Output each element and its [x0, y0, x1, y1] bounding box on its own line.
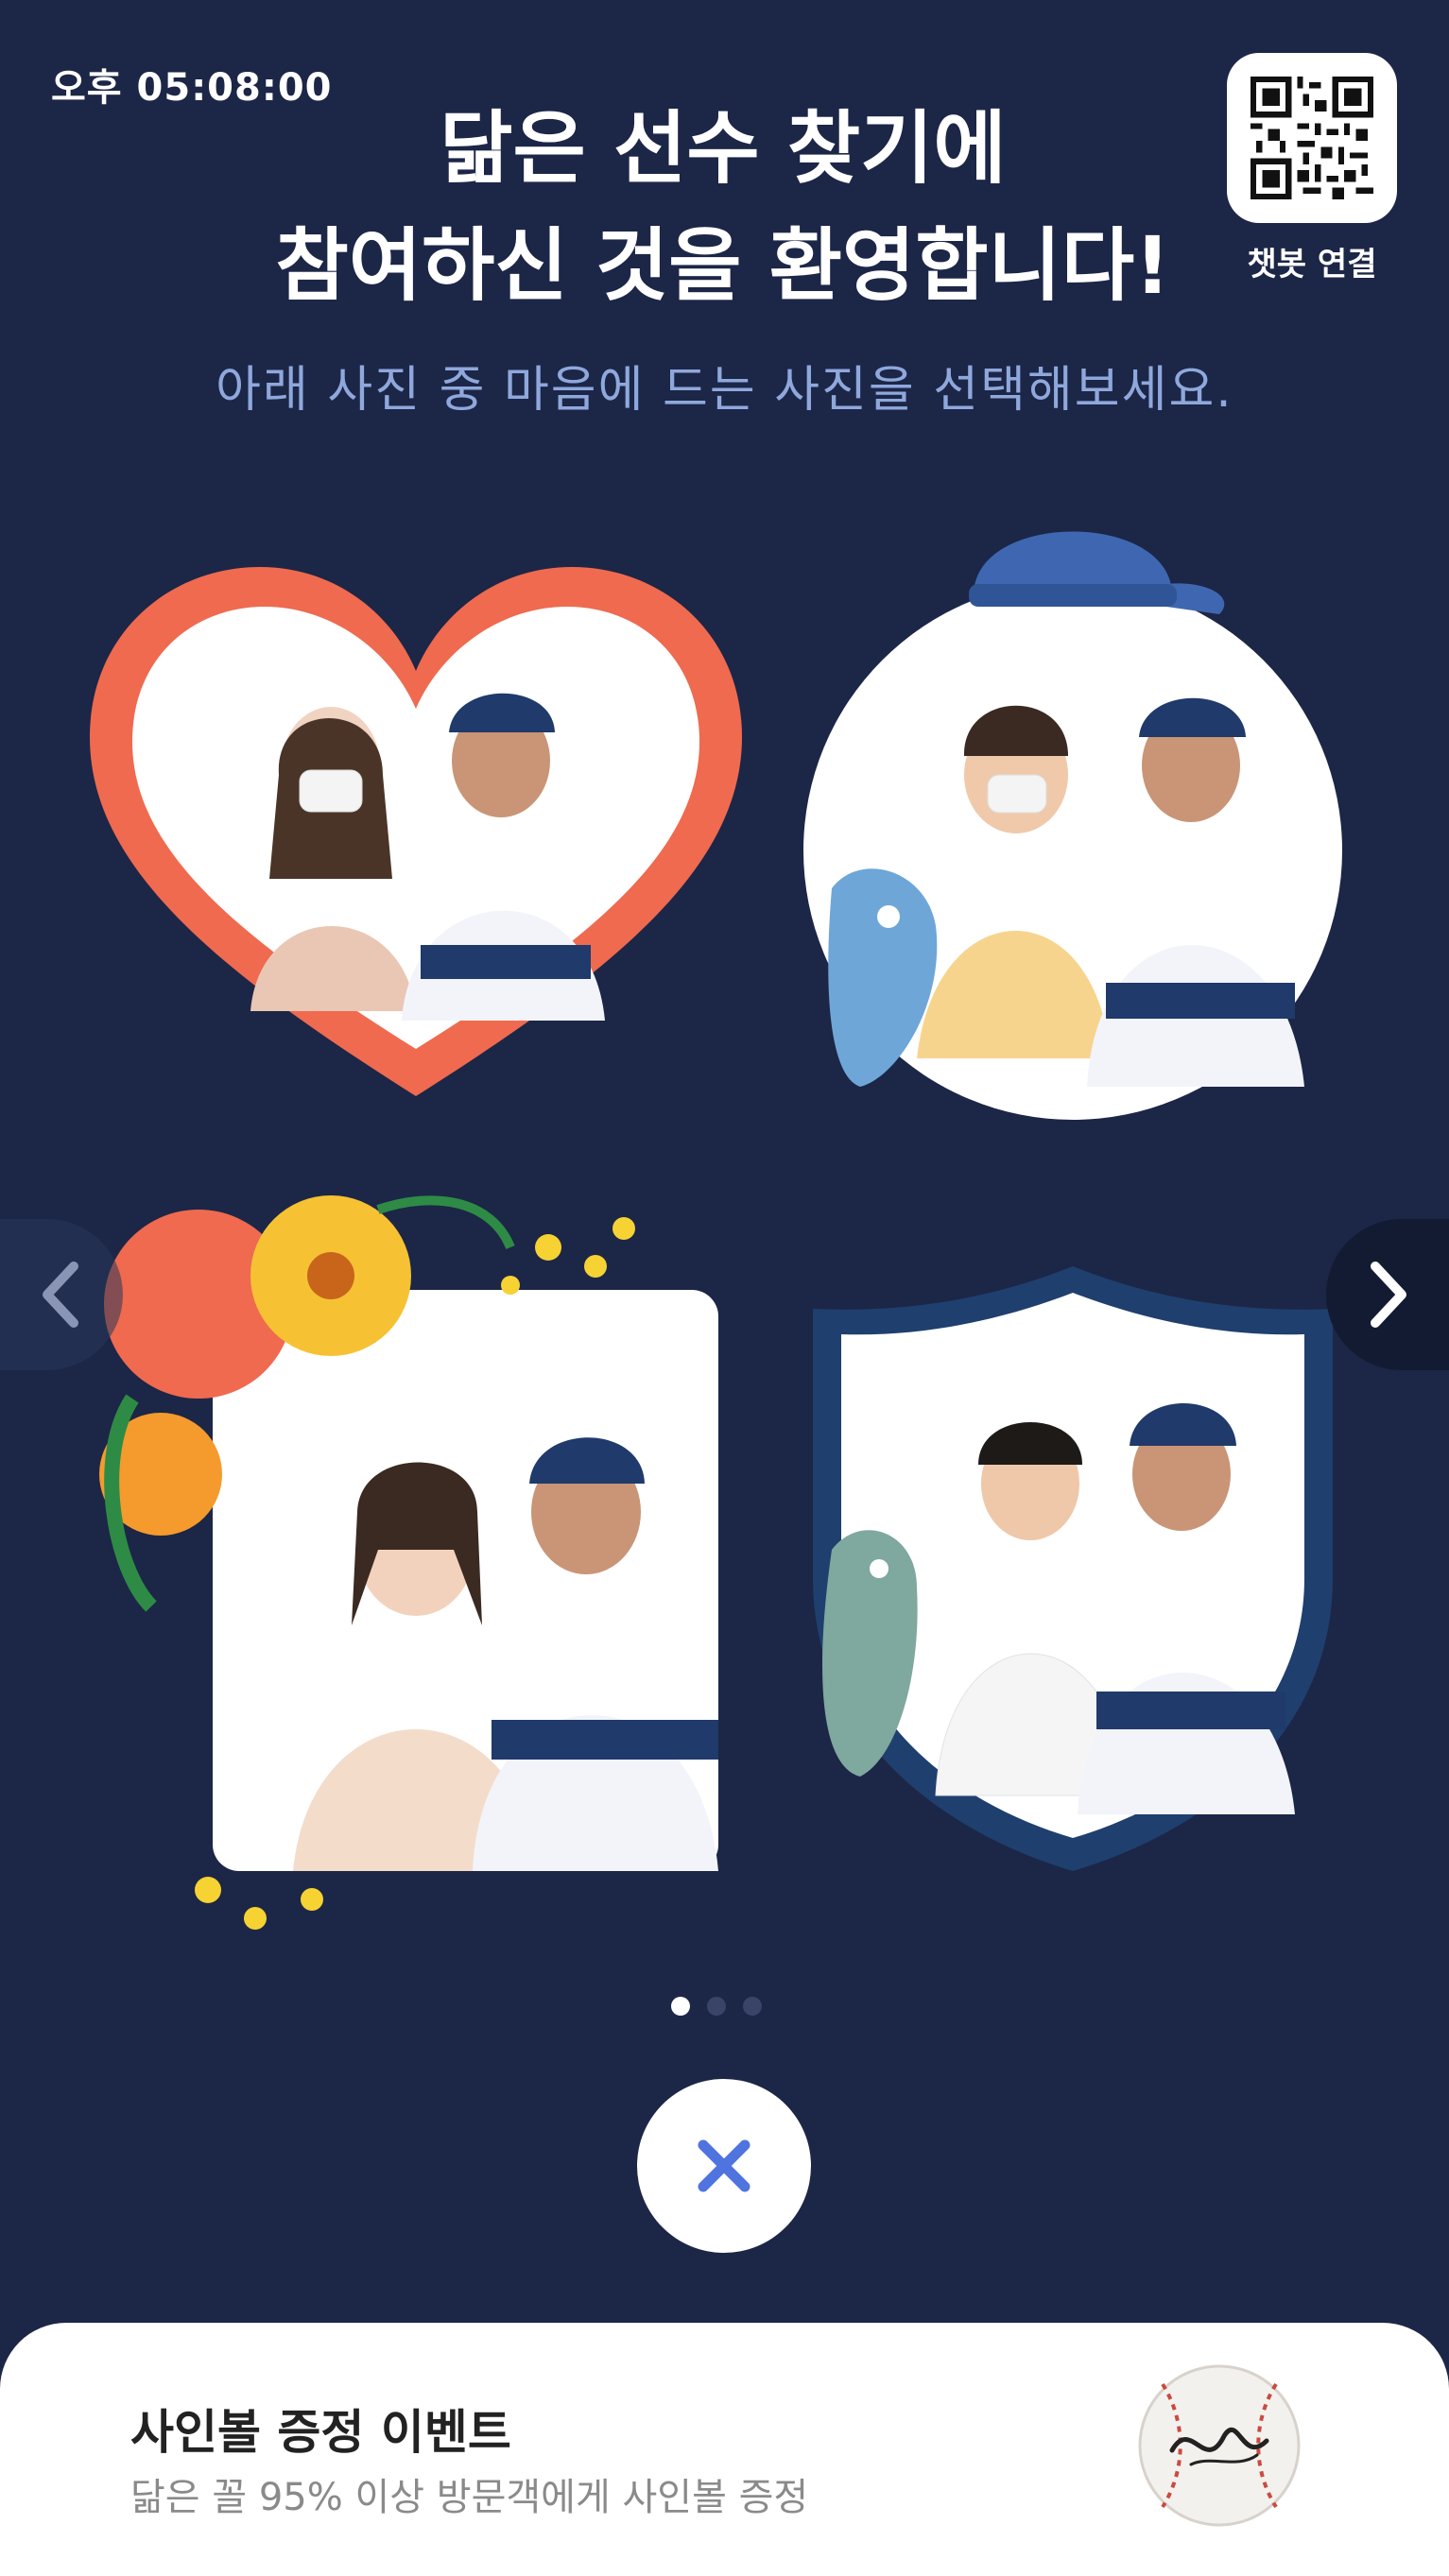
photo-option-heart[interactable] — [90, 567, 742, 1115]
event-banner[interactable]: 사인볼 증정 이벤트 닮은 꼴 95% 이상 방문객에게 사인볼 증정 — [0, 2323, 1449, 2576]
carousel-pagination — [671, 1997, 762, 2016]
signed-baseball-icon — [1138, 2364, 1301, 2527]
photo-option-flower[interactable] — [95, 1172, 737, 1975]
page-dot-1[interactable] — [671, 1997, 690, 2016]
close-button[interactable] — [637, 2079, 811, 2253]
chatbot-qr-button[interactable] — [1227, 53, 1397, 223]
chatbot-label: 챗봇 연결 — [1247, 246, 1377, 283]
carousel-next-button[interactable] — [1326, 1219, 1449, 1370]
event-title: 사인볼 증정 이벤트 — [130, 2405, 511, 2460]
chevron-left-icon — [43, 1262, 78, 1328]
photo-option-circle[interactable] — [794, 472, 1352, 1125]
title-line-1: 닮은 선수 찾기에 — [440, 102, 1007, 195]
qr-code-icon — [1251, 77, 1373, 199]
page-dot-2[interactable] — [707, 1997, 726, 2016]
event-description: 닮은 꼴 95% 이상 방문객에게 사인볼 증정 — [130, 2476, 809, 2519]
page-title: 닮은 선수 찾기에 참여하신 것을 환영합니다! — [227, 90, 1219, 324]
chevron-right-icon — [1371, 1262, 1406, 1328]
page-subtitle: 아래 사진 중 마음에 드는 사진을 선택해보세요. — [216, 362, 1233, 419]
photo-option-shield[interactable] — [803, 1266, 1342, 1871]
close-icon — [698, 2139, 750, 2192]
title-line-2: 참여하신 것을 환영합니다! — [275, 219, 1171, 312]
page-dot-3[interactable] — [743, 1997, 762, 2016]
